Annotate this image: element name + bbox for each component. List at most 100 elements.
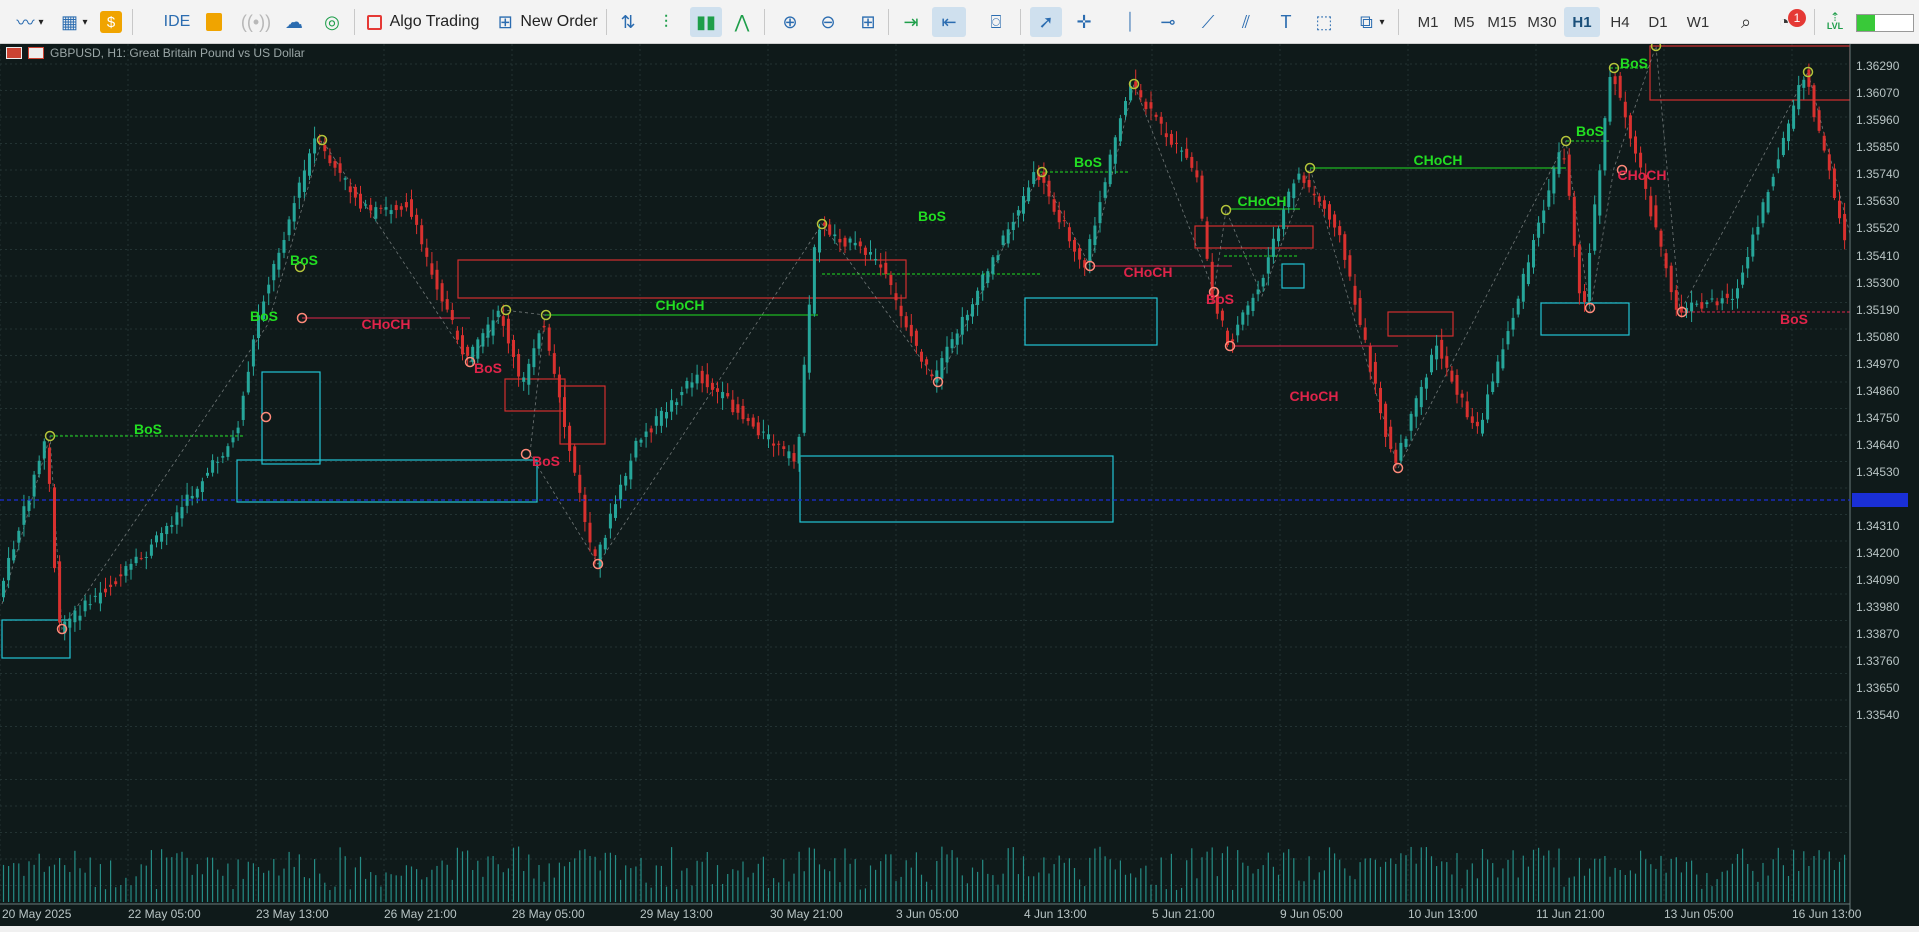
candle-body [83,600,87,612]
candle-body [297,182,301,198]
candle-body [1583,291,1586,303]
candle-body [578,474,582,493]
candle-body [1552,168,1556,194]
market-button[interactable] [200,7,228,37]
candle-body [27,499,31,511]
timeframe-d1-button[interactable]: D1 [1640,7,1676,37]
lvl-label: LVL [1826,21,1844,31]
candle-body [833,234,837,237]
bos-label: BoS [918,208,946,224]
candle-body [1271,238,1275,257]
candle-body [1659,230,1663,247]
search-button[interactable]: ⌕ [1732,7,1760,37]
algo-trading-label: Algo Trading [389,13,480,30]
tile-windows-button[interactable]: ⊞ [854,7,882,37]
one-click-trading-button[interactable]: ⇅ [614,7,642,37]
text-tool-button[interactable]: T [1272,7,1300,37]
candle-body [828,224,832,235]
chart-window-icon[interactable] [6,47,22,59]
candle-body [1118,118,1122,142]
candle-body [1639,152,1643,168]
signal-strength-button[interactable]: ((•)) [241,7,271,37]
candle-body [93,595,97,597]
candle-body [1282,209,1286,230]
algo-trading-button[interactable]: Algo Trading [364,7,482,37]
vertical-line-tool-button[interactable]: ⏐ [1116,7,1144,37]
timeframe-m30-button[interactable]: M30 [1524,7,1560,37]
connection-status-bar [1856,14,1914,32]
candle-body [1715,301,1719,306]
price-chart[interactable]: BoS BoS BoS CHoCH BoS CHoCH BoS BoS BoS CHoCH BoS C… [0,40,1919,926]
chart-area[interactable]: BoS BoS BoS CHoCH BoS CHoCH BoS BoS BoS CHoCH BoS C… [0,40,1919,926]
candle-body [1440,339,1444,359]
candle-body [705,374,709,388]
timeframe-m15-button[interactable]: M15 [1484,7,1520,37]
new-order-button[interactable]: ⊞ New Order [492,7,602,37]
time-tick-label: 30 May 21:00 [770,907,843,921]
crosshair-tool-button[interactable]: ✛ [1070,7,1098,37]
channel-tool-button[interactable]: ⫽ [1232,7,1260,37]
candle-body [399,206,403,210]
horizontal-line-tool-button[interactable]: ⊸ [1154,7,1182,37]
timeframe-h1-button[interactable]: H1 [1564,7,1600,37]
candle-body [1190,156,1194,168]
rectangle-tool-button[interactable]: ⬚ [1310,7,1338,37]
candle-body [1149,102,1153,109]
candle-body [221,456,225,458]
chart-shift-button[interactable]: ⇤ [932,7,966,37]
chart-type-line-button[interactable]: 〰 ▾ [8,7,48,37]
trendline-tool-button[interactable]: ⟋ [1194,7,1222,37]
timeframe-m1-button[interactable]: M1 [1410,7,1446,37]
candle-body [563,397,566,428]
indicators-button[interactable]: ▦ ▾ [52,7,92,37]
candle-body [486,324,490,338]
candle-body [894,293,898,301]
screenshot-button[interactable]: ⌼ [982,7,1010,37]
zoom-in-button[interactable]: ⊕ [776,7,804,37]
signals-button[interactable]: $ [96,7,126,37]
shapes-tool-button[interactable]: ⧉ ▾ [1348,7,1390,37]
candle-body [236,427,240,434]
toolbar: 〰 ▾ ▦ ▾ $ IDE ((•)) ☁ ◎ Algo Trading ⊞ New … [0,0,1919,44]
timeframe-h4-button[interactable]: H4 [1602,7,1638,37]
time-tick-label: 5 Jun 21:00 [1152,907,1215,921]
text-icon: T [1280,11,1292,32]
marketplace-button[interactable]: ◎ [318,7,346,37]
ide-button[interactable]: IDE [160,7,194,37]
candle-body [1169,133,1173,145]
candle-body [1700,302,1704,309]
candle-body [1098,202,1102,224]
timeframe-m5-button[interactable]: M5 [1446,7,1482,37]
candle-body [1067,227,1071,242]
candle-body [1465,401,1469,418]
candle-body [1292,183,1296,199]
stop-square-icon [366,14,382,30]
zoom-in-icon: ⊕ [782,11,798,32]
candle-body [1404,438,1408,447]
candle-body [1669,265,1673,293]
candle-body [914,330,918,346]
candle-body [1802,79,1806,88]
cursor-tool-button[interactable]: ➚ [1030,7,1062,37]
candle-body [670,400,674,412]
signal-level-button[interactable]: ⇡ LVL [1820,7,1850,37]
candlestick-chart-button[interactable]: ▮▮ [690,7,722,37]
candle-body [1771,176,1775,187]
candle-body [818,229,821,253]
candle-body [68,618,72,628]
price-tick-label: 1.35850 [1856,140,1900,154]
candle-body [761,431,765,433]
auto-scroll-button[interactable]: ⇥ [896,7,926,37]
timeframe-w1-button[interactable]: W1 [1680,7,1716,37]
chart-window-icon[interactable] [28,47,44,59]
zoom-out-button[interactable]: ⊖ [814,7,842,37]
candle-body [282,239,286,253]
bar-chart-button[interactable]: ⫶ [652,7,680,37]
line-chart-button[interactable]: ⋀ [728,7,756,37]
candle-body [557,374,561,398]
candle-body [129,563,133,570]
candle-body [302,170,306,193]
time-tick-label: 9 Jun 05:00 [1280,907,1343,921]
candle-body [991,257,995,275]
vps-button[interactable]: ☁ [280,7,308,37]
